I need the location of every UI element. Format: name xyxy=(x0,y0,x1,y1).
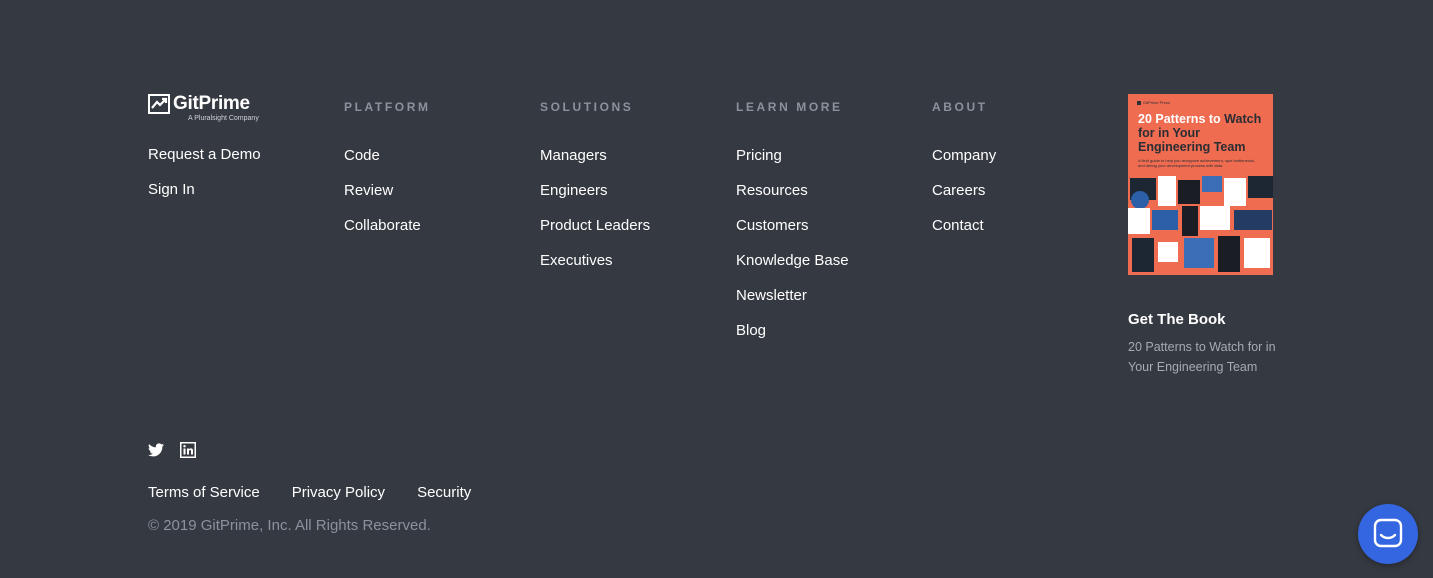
footer-link-pricing[interactable]: Pricing xyxy=(736,147,782,164)
footer-column-about: ABOUT Company Careers Contact xyxy=(932,100,996,252)
account-links: Request a Demo Sign In xyxy=(148,146,261,216)
privacy-policy-link[interactable]: Privacy Policy xyxy=(292,484,385,501)
book-promo: GitPrime Press 20 Patterns to Watch for … xyxy=(1128,94,1288,377)
gitprime-logo[interactable]: GitPrime A Pluralsight Company xyxy=(148,94,268,122)
footer-column-platform: PLATFORM Code Review Collaborate xyxy=(344,100,431,252)
book-cover-brand: GitPrime Press xyxy=(1137,100,1170,105)
footer-link-careers[interactable]: Careers xyxy=(932,182,985,199)
logo-tagline: A Pluralsight Company xyxy=(188,115,259,122)
chat-launcher-button[interactable] xyxy=(1358,504,1418,564)
footer-link-company[interactable]: Company xyxy=(932,147,996,164)
logo-name: GitPrime xyxy=(173,93,250,114)
footer-link-managers[interactable]: Managers xyxy=(540,147,607,164)
footer-link-product-leaders[interactable]: Product Leaders xyxy=(540,217,650,234)
book-description: 20 Patterns to Watch for in Your Enginee… xyxy=(1128,340,1276,374)
book-heading[interactable]: Get The Book xyxy=(1128,311,1288,328)
twitter-icon[interactable] xyxy=(148,442,164,458)
column-heading: PLATFORM xyxy=(344,100,431,114)
column-heading: ABOUT xyxy=(932,100,988,114)
footer-link-review[interactable]: Review xyxy=(344,182,393,199)
footer-link-code[interactable]: Code xyxy=(344,147,380,164)
legal-links: Terms of Service Privacy Policy Security xyxy=(148,484,503,501)
book-cover-title: 20 Patterns to Watch for in Your Enginee… xyxy=(1138,112,1262,154)
security-link[interactable]: Security xyxy=(417,484,471,501)
book-cover-artwork xyxy=(1128,176,1273,275)
footer-link-contact[interactable]: Contact xyxy=(932,217,984,234)
copyright-text: © 2019 GitPrime, Inc. All Rights Reserve… xyxy=(148,517,431,534)
request-demo-link[interactable]: Request a Demo xyxy=(148,146,261,163)
footer-link-customers[interactable]: Customers xyxy=(736,217,809,234)
book-cover[interactable]: GitPrime Press 20 Patterns to Watch for … xyxy=(1128,94,1273,275)
footer-link-resources[interactable]: Resources xyxy=(736,182,808,199)
sign-in-link[interactable]: Sign In xyxy=(148,181,195,198)
footer-link-engineers[interactable]: Engineers xyxy=(540,182,608,199)
footer-column-solutions: SOLUTIONS Managers Engineers Product Lea… xyxy=(540,100,650,287)
column-heading: SOLUTIONS xyxy=(540,100,634,114)
linkedin-icon[interactable] xyxy=(180,442,196,458)
footer-link-newsletter[interactable]: Newsletter xyxy=(736,287,807,304)
column-heading: LEARN MORE xyxy=(736,100,843,114)
footer-link-blog[interactable]: Blog xyxy=(736,322,766,339)
gitprime-logo-icon xyxy=(148,94,170,114)
chat-icon xyxy=(1373,518,1403,548)
footer-link-knowledge-base[interactable]: Knowledge Base xyxy=(736,252,849,269)
footer-column-learn-more: LEARN MORE Pricing Resources Customers K… xyxy=(736,100,849,357)
book-cover-subtitle: A field guide to help you recognize achi… xyxy=(1138,158,1255,168)
footer-link-executives[interactable]: Executives xyxy=(540,252,613,269)
terms-of-service-link[interactable]: Terms of Service xyxy=(148,484,260,501)
social-links xyxy=(148,442,212,458)
footer-link-collaborate[interactable]: Collaborate xyxy=(344,217,421,234)
